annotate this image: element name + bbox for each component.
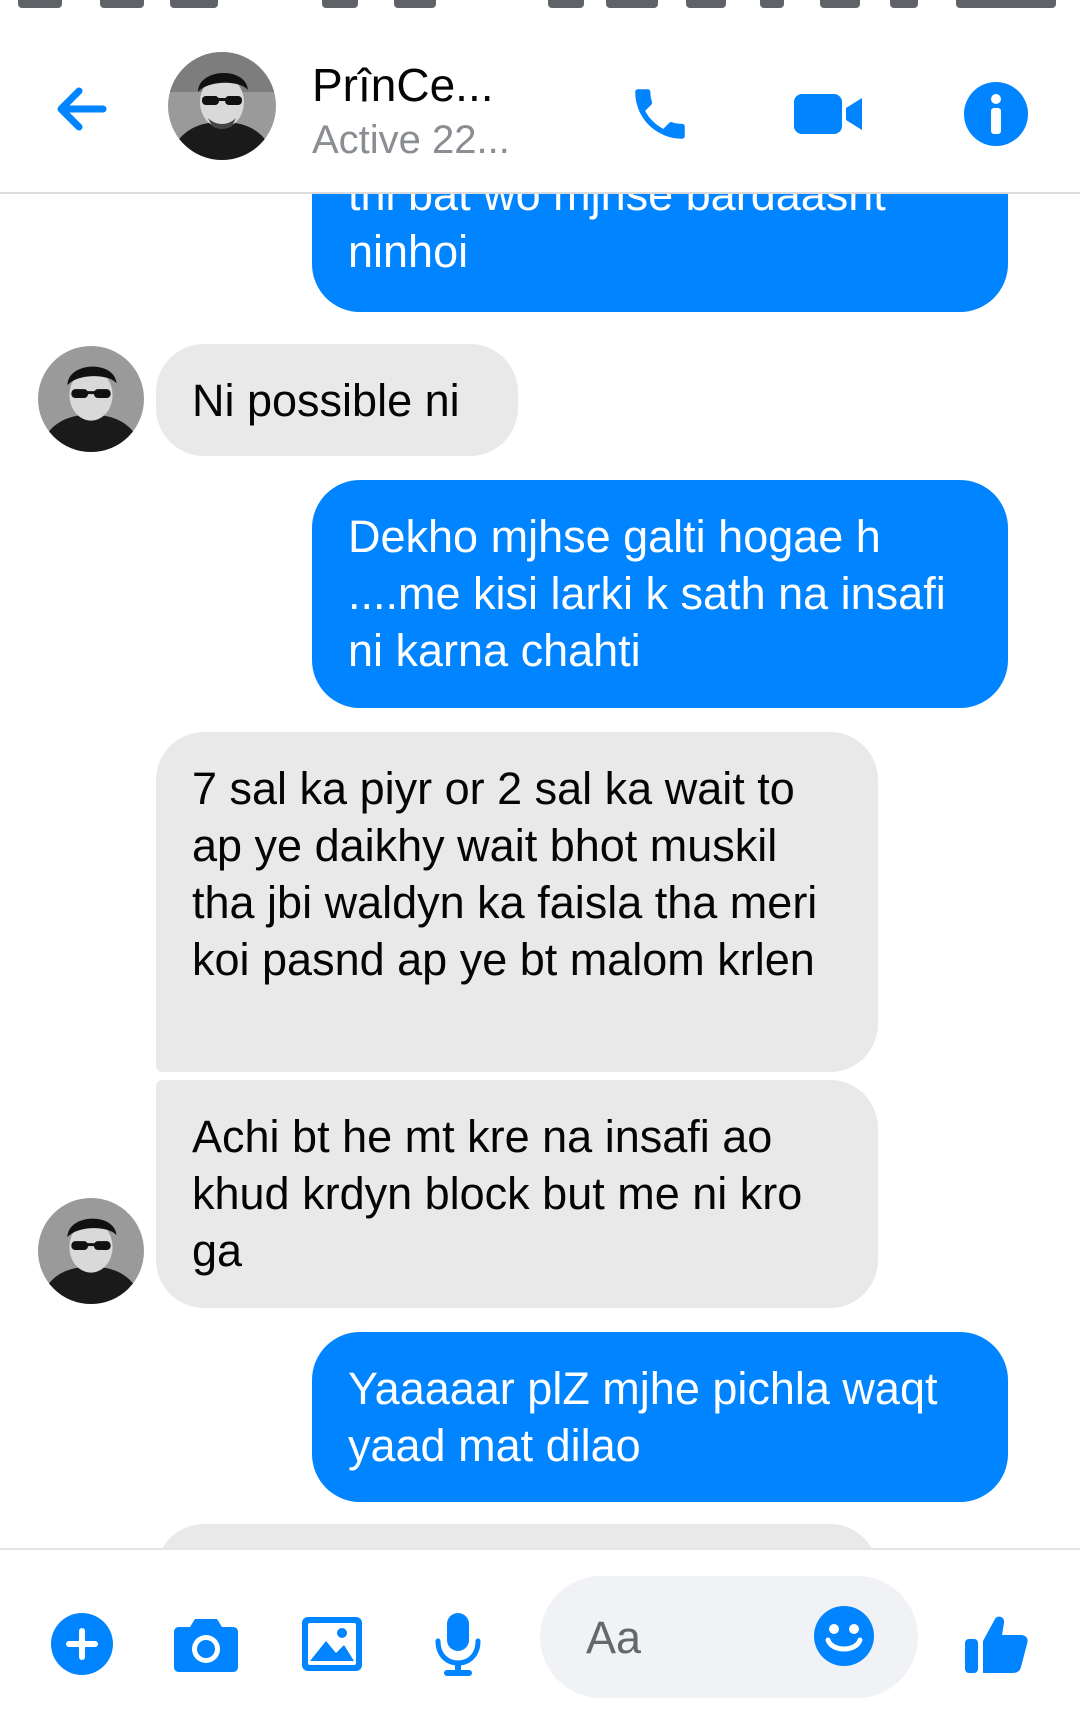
video-camera-icon (794, 94, 862, 134)
emoji-button[interactable] (804, 1596, 884, 1676)
avatar[interactable] (38, 346, 144, 452)
phone-icon (635, 89, 685, 139)
status-icon (606, 0, 658, 8)
status-icon (548, 0, 584, 8)
camera-icon (174, 1619, 238, 1672)
outgoing-message[interactable]: Yaaaaar plZ mjhe pichla waqt yaad mat di… (312, 1332, 1008, 1502)
active-status: Active 22... (312, 118, 510, 162)
conversation-info-button[interactable] (956, 74, 1036, 154)
incoming-message[interactable]: 7 sal ka piyr or 2 sal ka wait to ap ye … (156, 732, 878, 1072)
avatar[interactable] (38, 1198, 144, 1304)
incoming-message[interactable]: Ni possible ni (156, 344, 518, 456)
status-icon (322, 0, 358, 8)
more-actions-button[interactable] (44, 1606, 120, 1682)
message-thread[interactable]: thi bat wo mjhse bardaasht ninhoi Ni pos… (0, 194, 1080, 1548)
message-text: Yaaaaar plZ mjhe pichla waqt yaad mat di… (348, 1363, 938, 1471)
voice-call-button[interactable] (620, 74, 700, 154)
microphone-icon (435, 1613, 481, 1676)
profile-photo (38, 1198, 144, 1304)
incoming-message[interactable] (156, 1524, 878, 1548)
message-input[interactable] (584, 1602, 808, 1674)
thumbs-up-icon (965, 1616, 1028, 1673)
info-icon (964, 82, 1028, 146)
message-text: Ni possible ni (192, 375, 460, 426)
contact-name[interactable]: PrînCe... (312, 58, 494, 112)
status-icon (686, 0, 726, 8)
message-text: Dekho mjhse galti hogae h ....me kisi la… (348, 511, 946, 676)
video-call-button[interactable] (788, 74, 868, 154)
status-icon (18, 0, 62, 8)
status-icon (820, 0, 860, 8)
status-icon (170, 0, 218, 8)
gallery-icon (302, 1617, 362, 1671)
profile-photo (168, 52, 276, 160)
send-like-button[interactable] (958, 1606, 1034, 1682)
gallery-button[interactable] (294, 1606, 370, 1682)
message-text: 7 sal ka piyr or 2 sal ka wait to ap ye … (192, 763, 818, 985)
outgoing-message[interactable]: thi bat wo mjhse bardaasht ninhoi (312, 194, 1008, 312)
voice-message-button[interactable] (420, 1606, 496, 1682)
message-input-container[interactable] (540, 1576, 918, 1698)
clock-digits (956, 0, 1056, 8)
battery-icon (890, 0, 918, 8)
camera-button[interactable] (168, 1606, 244, 1682)
conversation-header: PrînCe... Active 22... (0, 14, 1080, 194)
incoming-message[interactable]: Achi bt he mt kre na insafi ao khud krdy… (156, 1080, 878, 1308)
status-icon (100, 0, 144, 8)
plus-icon (51, 1613, 113, 1675)
outgoing-message[interactable]: Dekho mjhse galti hogae h ....me kisi la… (312, 480, 1008, 708)
back-arrow-icon (57, 87, 107, 131)
message-text: thi bat wo mjhse bardaasht ninhoi (348, 194, 886, 277)
message-composer (0, 1548, 1080, 1728)
status-bar (0, 0, 1080, 14)
avatar[interactable] (168, 52, 276, 160)
message-text: Achi bt he mt kre na insafi ao khud krdy… (192, 1111, 803, 1276)
profile-photo (38, 346, 144, 452)
status-icon (394, 0, 436, 8)
emoji-icon (814, 1606, 874, 1666)
status-icon (760, 0, 784, 8)
back-button[interactable] (46, 74, 116, 144)
